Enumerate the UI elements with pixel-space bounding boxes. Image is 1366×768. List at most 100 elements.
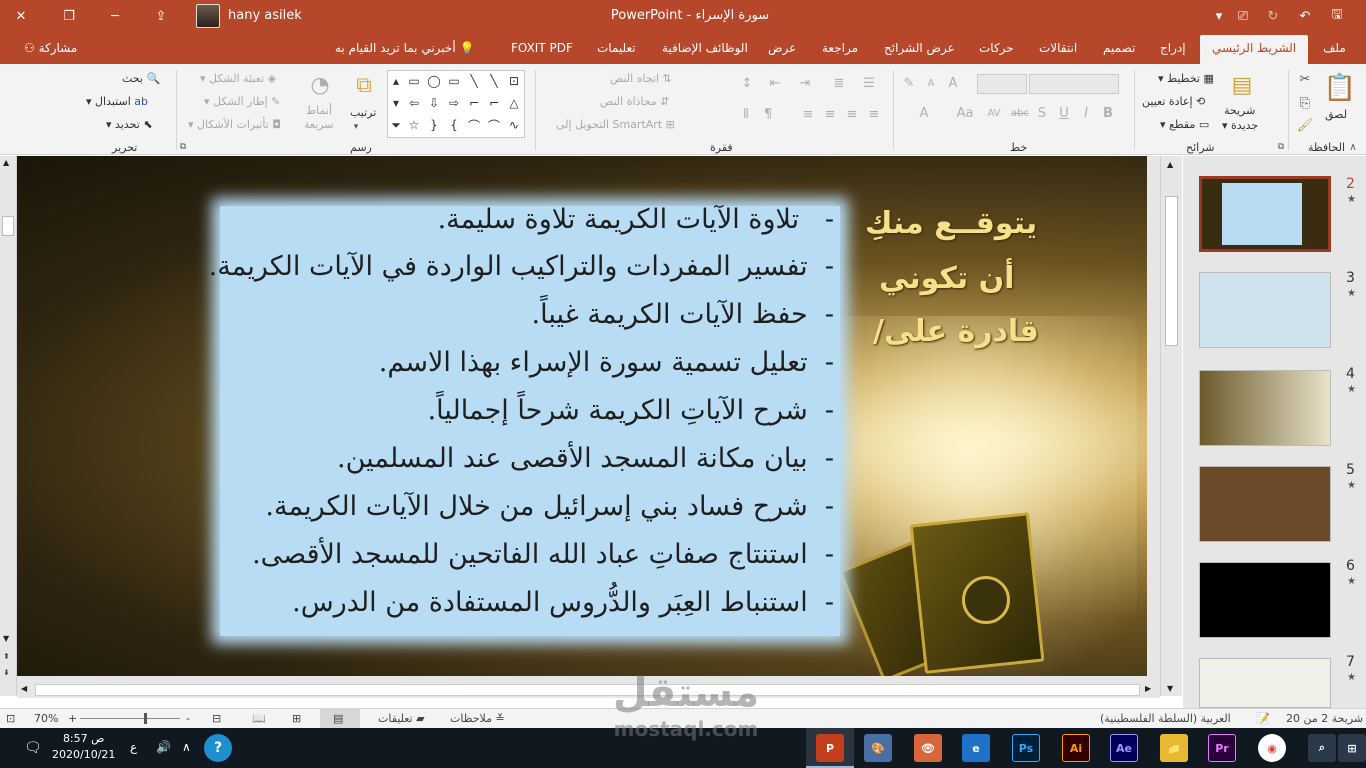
customize-qat-icon[interactable]: ▾ (1208, 6, 1230, 26)
scroll-up-icon[interactable]: ▲ (1167, 160, 1173, 169)
numbering-icon[interactable]: ≣ (830, 74, 848, 92)
start-icon[interactable]: ⊞ (1338, 734, 1366, 762)
strikethrough-icon[interactable]: abc (1010, 104, 1030, 122)
new-slide-label-2[interactable]: ▾ جديدة (1222, 119, 1258, 132)
zoom-slider[interactable] (80, 718, 180, 719)
grow-font-icon[interactable]: A (944, 74, 962, 92)
sorter-view-icon[interactable]: ⊞ (292, 712, 301, 725)
scroll-up-icon[interactable]: ▲ (3, 158, 9, 167)
text-direction-button[interactable]: اتجاه النص ⇅ (610, 72, 672, 85)
tab-home[interactable]: الشريط الرئيسي (1200, 35, 1309, 64)
zoom-slider-thumb[interactable] (144, 713, 147, 724)
scroll-down-icon[interactable]: ▼ (3, 634, 9, 643)
gallery-more-icon[interactable]: ⏷ (389, 117, 403, 133)
quick-styles-icon[interactable]: ◔ (304, 70, 336, 100)
indent-icon[interactable]: ⇥ (796, 74, 814, 92)
scroll-left-icon[interactable]: ◀ (21, 684, 27, 693)
prev-slide-icon[interactable]: ⇞ (3, 652, 10, 661)
change-case-icon[interactable]: Aa (952, 104, 978, 122)
volume-icon[interactable]: 🔊 (156, 740, 171, 754)
textbox-shape-icon[interactable]: ⊡ (506, 73, 522, 89)
font-color-icon[interactable]: A (914, 104, 934, 122)
brace-shape-icon[interactable]: { (446, 117, 462, 133)
char-spacing-icon[interactable]: AV (982, 104, 1006, 122)
slideshow-view-icon[interactable]: ⊟ (212, 712, 221, 725)
shrink-font-icon[interactable]: A (922, 74, 940, 92)
tab-animations[interactable]: حركات (979, 41, 1014, 55)
aftereffects-taskbar-icon[interactable]: Ae (1110, 734, 1138, 762)
justify-icon[interactable]: ≡ (800, 106, 816, 122)
clipboard-launcher-icon[interactable]: ⧉ (1276, 142, 1286, 152)
shapes-gallery[interactable]: ⊡ ╲ ╲ ▭ ◯ ▭ △ ⌐ ⌐ ⇨ ⇩ ⇦ ∿ ⌒ ⌒ { } ☆ ▴ ▾ … (387, 70, 525, 138)
collapse-ribbon-icon[interactable]: ∧ (1346, 142, 1360, 153)
gallery-down-icon[interactable]: ▾ (389, 95, 403, 111)
redo-icon[interactable]: ↻ (1262, 6, 1284, 26)
columns-icon[interactable]: ⫴ (738, 106, 754, 122)
bold-icon[interactable]: B (1100, 104, 1116, 122)
notifications-icon[interactable]: 🗨 (24, 740, 42, 756)
brace-shape-icon-2[interactable]: } (426, 117, 442, 133)
arrange-button[interactable]: ترتيب (350, 106, 376, 119)
tab-transitions[interactable]: انتقالات (1039, 41, 1077, 55)
left-scrollbar[interactable]: ▲ ▼ ⇞ ⇟ (0, 156, 17, 696)
new-slide-label-1[interactable]: شريحة (1224, 104, 1255, 117)
scroll-down-icon[interactable]: ▼ (1167, 684, 1173, 693)
quick-styles-label-2[interactable]: سريعة (304, 118, 334, 131)
thumbnail-slide-6[interactable] (1199, 562, 1331, 638)
tell-me-search[interactable]: أخبرني بما تريد القيام به 💡 (335, 41, 474, 55)
paint-taskbar-icon[interactable]: 🎨 (864, 734, 892, 762)
close-icon[interactable]: ✕ (10, 6, 32, 26)
thumbnail-slide-7[interactable] (1199, 658, 1331, 708)
premiere-taskbar-icon[interactable]: Pr (1208, 734, 1236, 762)
star-shape-icon[interactable]: ☆ (406, 117, 422, 133)
connector-shape-icon[interactable]: ⌐ (486, 95, 502, 111)
thumbnail-slide-5[interactable] (1199, 466, 1331, 542)
clear-format-icon[interactable]: ✎ (900, 74, 918, 92)
presenter-icon[interactable]: ⎚ (1232, 6, 1254, 26)
shape-effects-button[interactable]: ▾ تأثيرات الأشكال ◘ (188, 118, 281, 131)
scroll-right-icon[interactable]: ▶ (1145, 684, 1151, 693)
shape-outline-button[interactable]: ▾ إطار الشكل ✎ (204, 95, 280, 108)
line-shape-icon-2[interactable]: ╲ (466, 73, 482, 89)
arrow-left-shape-icon[interactable]: ⇦ (406, 95, 422, 111)
oval-shape-icon[interactable]: ◯ (426, 73, 442, 89)
thumbnail-slide-2[interactable] (1199, 176, 1331, 252)
rectangle-shape-icon-2[interactable]: ▭ (406, 73, 422, 89)
tab-foxit[interactable]: FOXIT PDF (511, 41, 573, 55)
tab-addins[interactable]: الوظائف الإضافية (662, 41, 748, 55)
format-painter-icon[interactable]: 🖌 (1296, 116, 1314, 134)
undo-icon[interactable]: ↶ (1294, 6, 1316, 26)
triangle-shape-icon[interactable]: △ (506, 95, 522, 111)
cut-icon[interactable]: ✂ (1296, 70, 1314, 88)
tab-file[interactable]: ملف (1323, 41, 1346, 55)
arrow-right-shape-icon[interactable]: ⇨ (446, 95, 462, 111)
slide[interactable]: - تلاوة الآيات الكريمة تلاوة سليمة. - تف… (17, 156, 1147, 676)
tab-design[interactable]: تصميم (1103, 41, 1135, 55)
notes-button[interactable]: ملاحظات ≚ (450, 712, 505, 725)
font-name-input[interactable] (1029, 74, 1119, 94)
share-button[interactable]: ⚇ مشاركة (24, 41, 77, 55)
tab-review[interactable]: مراجعة (822, 41, 858, 55)
save-icon[interactable]: 🖫 (1326, 6, 1348, 26)
photoshop-taskbar-icon[interactable]: Ps (1012, 734, 1040, 762)
copy-icon[interactable]: ⎘ (1296, 94, 1314, 112)
gallery-up-icon[interactable]: ▴ (389, 73, 403, 89)
language-indicator[interactable]: العربية (السلطة الفلسطينية) (1100, 712, 1231, 725)
help-icon[interactable]: ? (204, 734, 232, 762)
tab-slideshow[interactable]: عرض الشرائح (884, 41, 955, 55)
ribbon-display-icon[interactable]: ⇪ (150, 6, 172, 26)
reset-button[interactable]: إعادة تعيين ⟲ (1142, 95, 1205, 108)
thumbnail-slide-3[interactable] (1199, 272, 1331, 348)
thumbnail-slide-4[interactable] (1199, 370, 1331, 446)
bullets-icon[interactable]: ☰ (860, 74, 878, 92)
illustrator-taskbar-icon[interactable]: Ai (1062, 734, 1090, 762)
align-right-icon[interactable]: ≡ (866, 106, 882, 122)
arrange-dropdown-icon[interactable]: ▾ (350, 122, 362, 132)
vscroll-thumb[interactable] (1165, 196, 1178, 346)
rectangle-shape-icon[interactable]: ▭ (446, 73, 462, 89)
zoom-level[interactable]: 70% (34, 712, 58, 725)
tab-view[interactable]: عرض (768, 41, 796, 55)
layout-button[interactable]: ▾ تخطيط ▦ (1158, 72, 1214, 85)
underline-icon[interactable]: U (1056, 104, 1072, 122)
viewer-taskbar-icon[interactable]: 👁 (914, 734, 942, 762)
